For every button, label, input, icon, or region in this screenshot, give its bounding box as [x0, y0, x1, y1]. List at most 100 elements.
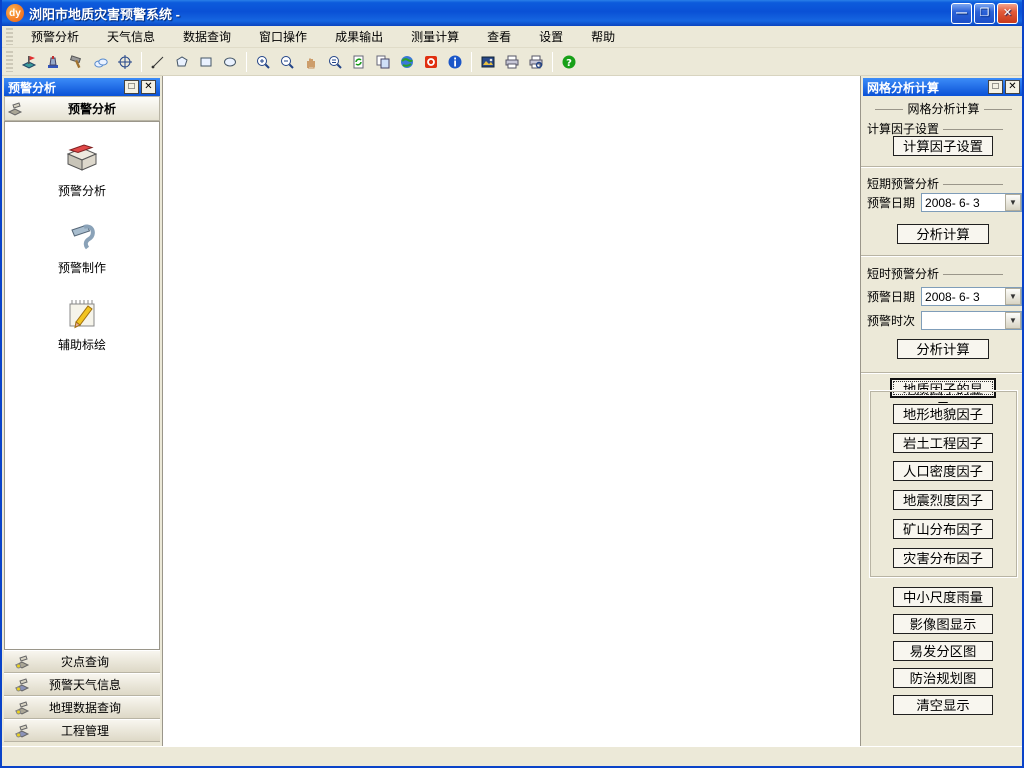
display-button-3[interactable]: 防治规划图 — [893, 668, 993, 688]
warning-date-select-2[interactable]: 2008- 6- 3 ▼ — [921, 287, 1022, 306]
restore-button[interactable]: ❐ — [974, 2, 995, 24]
menu-bar: 预警分析 天气信息 数据查询 窗口操作 成果输出 测量计算 查看 设置 帮助 — [2, 26, 1022, 48]
menu-item-7[interactable]: 设置 — [525, 25, 577, 48]
right-panel-titlebar: 网格分析计算 □ ✕ — [863, 78, 1022, 96]
pin-icon[interactable]: □ — [988, 80, 1003, 94]
close-icon[interactable]: ✕ — [1005, 80, 1020, 94]
stop-icon[interactable] — [419, 50, 443, 74]
left-panel-item-1[interactable]: 预警制作 — [5, 215, 159, 276]
menu-item-5[interactable]: 测量计算 — [397, 25, 473, 48]
menubar-grip[interactable] — [6, 28, 13, 45]
warning-map-icon[interactable] — [17, 50, 41, 74]
map-window[interactable] — [163, 76, 860, 746]
left-item-label: 预警分析 — [57, 184, 106, 198]
zoom-in-icon[interactable] — [251, 50, 275, 74]
layers-copy-icon[interactable] — [371, 50, 395, 74]
display-button-1[interactable]: 影像图显示 — [893, 614, 993, 634]
pan-icon[interactable] — [299, 50, 323, 74]
short-time-analyze-button[interactable]: 分析计算 — [897, 339, 989, 359]
group-label-factor-setup: 计算因子设置 — [867, 120, 1003, 137]
toolbar-grip[interactable] — [6, 50, 13, 73]
left-panel-bar-3[interactable]: 工程管理 — [4, 719, 160, 742]
left-panel-titlebar: 预警分析 □ ✕ — [4, 78, 160, 96]
factor-button-2[interactable]: 人口密度因子 — [893, 461, 993, 482]
pin-icon[interactable]: □ — [124, 80, 139, 94]
toolbar: ? — [2, 48, 1022, 76]
time-label: 预警时次 — [867, 314, 916, 328]
left-bar-label: 工程管理 — [60, 724, 109, 738]
status-bar — [2, 746, 1022, 766]
menu-item-0[interactable]: 预警分析 — [17, 25, 93, 48]
menu-item-3[interactable]: 窗口操作 — [245, 25, 321, 48]
factor-button-4[interactable]: 矿山分布因子 — [893, 518, 993, 539]
menu-item-1[interactable]: 天气信息 — [93, 25, 169, 48]
aux-drawing-icon — [69, 300, 95, 329]
display-button-0[interactable]: 中小尺度雨量 — [893, 587, 993, 607]
left-panel-bar-2[interactable]: 地理数据查询 — [4, 696, 160, 719]
factor-button-1[interactable]: 岩土工程因子 — [893, 432, 993, 453]
toolbar-separator — [141, 51, 142, 72]
rectangle-tool-icon[interactable] — [194, 50, 218, 74]
cloud-icon[interactable] — [89, 50, 113, 74]
print-icon[interactable] — [500, 50, 524, 74]
hammer-icon[interactable] — [65, 50, 89, 74]
info-icon[interactable] — [443, 50, 467, 74]
left-panel-bar-1[interactable]: 预警天气信息 — [4, 673, 160, 696]
window-controls: — ❐ ✕ — [951, 2, 1018, 24]
display-button-4[interactable]: 清空显示 — [893, 695, 993, 715]
menu-item-8[interactable]: 帮助 — [577, 25, 629, 48]
ellipse-tool-icon[interactable] — [218, 50, 242, 74]
factor-button-0[interactable]: 地形地貌因子 — [893, 404, 993, 424]
close-icon[interactable]: ✕ — [141, 80, 156, 94]
date-label: 预警日期 — [867, 290, 916, 304]
chevron-down-icon[interactable]: ▼ — [1005, 194, 1021, 211]
toolbar-separator — [552, 51, 553, 72]
menu-item-6[interactable]: 查看 — [473, 25, 525, 48]
short-term-analyze-button[interactable]: 分析计算 — [897, 224, 989, 244]
warning-maker-icon — [71, 224, 95, 250]
menu-item-4[interactable]: 成果输出 — [321, 25, 397, 48]
divider — [861, 166, 1022, 168]
left-bar-label: 灾点查询 — [60, 655, 109, 669]
left-panel-title: 预警分析 — [8, 80, 57, 95]
factor-button-5[interactable]: 灾害分布因子 — [893, 547, 993, 568]
close-button[interactable]: ✕ — [997, 2, 1018, 24]
group-label-short-term: 短期预警分析 — [867, 175, 1003, 192]
map-canvas[interactable] — [163, 76, 860, 746]
warning-time-select[interactable]: ▼ — [921, 311, 1022, 330]
help-icon[interactable]: ? — [557, 50, 581, 74]
stamp-icon — [7, 101, 23, 116]
plot-stamp-icon[interactable] — [41, 50, 65, 74]
map-image-icon[interactable] — [476, 50, 500, 74]
left-panel-bar-0[interactable]: 灾点查询 — [4, 650, 160, 673]
weather-info-icon — [14, 677, 30, 692]
geo-data-icon — [14, 700, 30, 715]
chevron-down-icon[interactable]: ▼ — [1005, 288, 1021, 305]
window-title: 浏阳市地质灾害预警系统 - — [29, 6, 180, 22]
refresh-icon[interactable] — [347, 50, 371, 74]
menu-item-2[interactable]: 数据查询 — [169, 25, 245, 48]
right-panel: 网格分析计算 □ ✕ 网格分析计算 计算因子设置 计算因子设置 短期预警分析 预… — [860, 76, 1022, 746]
display-button-2[interactable]: 易发分区图 — [893, 641, 993, 661]
left-panel-item-2[interactable]: 辅助标绘 — [5, 292, 159, 353]
zoom-extent-icon[interactable] — [323, 50, 347, 74]
left-panel-list: 预警分析预警制作辅助标绘 — [4, 121, 160, 650]
factor-setup-button[interactable]: 计算因子设置 — [893, 136, 993, 156]
svg-text:?: ? — [566, 58, 572, 69]
factor-button-3[interactable]: 地震烈度因子 — [893, 490, 993, 511]
left-panel-item-0[interactable]: 预警分析 — [5, 138, 159, 199]
date-label: 预警日期 — [867, 196, 916, 210]
locate-icon[interactable] — [113, 50, 137, 74]
chevron-down-icon[interactable]: ▼ — [1005, 312, 1021, 329]
minimize-button[interactable]: — — [951, 2, 972, 24]
polygon-tool-icon[interactable] — [170, 50, 194, 74]
app-icon: dy — [6, 4, 24, 22]
warning-date-select[interactable]: 2008- 6- 3 ▼ — [921, 193, 1022, 212]
left-panel-header-label: 预警分析 — [67, 102, 116, 116]
line-tool-icon[interactable] — [146, 50, 170, 74]
zoom-out-icon[interactable] — [275, 50, 299, 74]
divider — [861, 372, 1022, 374]
print-preview-icon[interactable] — [524, 50, 548, 74]
left-panel-header: 预警分析 — [4, 96, 160, 121]
globe-icon[interactable] — [395, 50, 419, 74]
